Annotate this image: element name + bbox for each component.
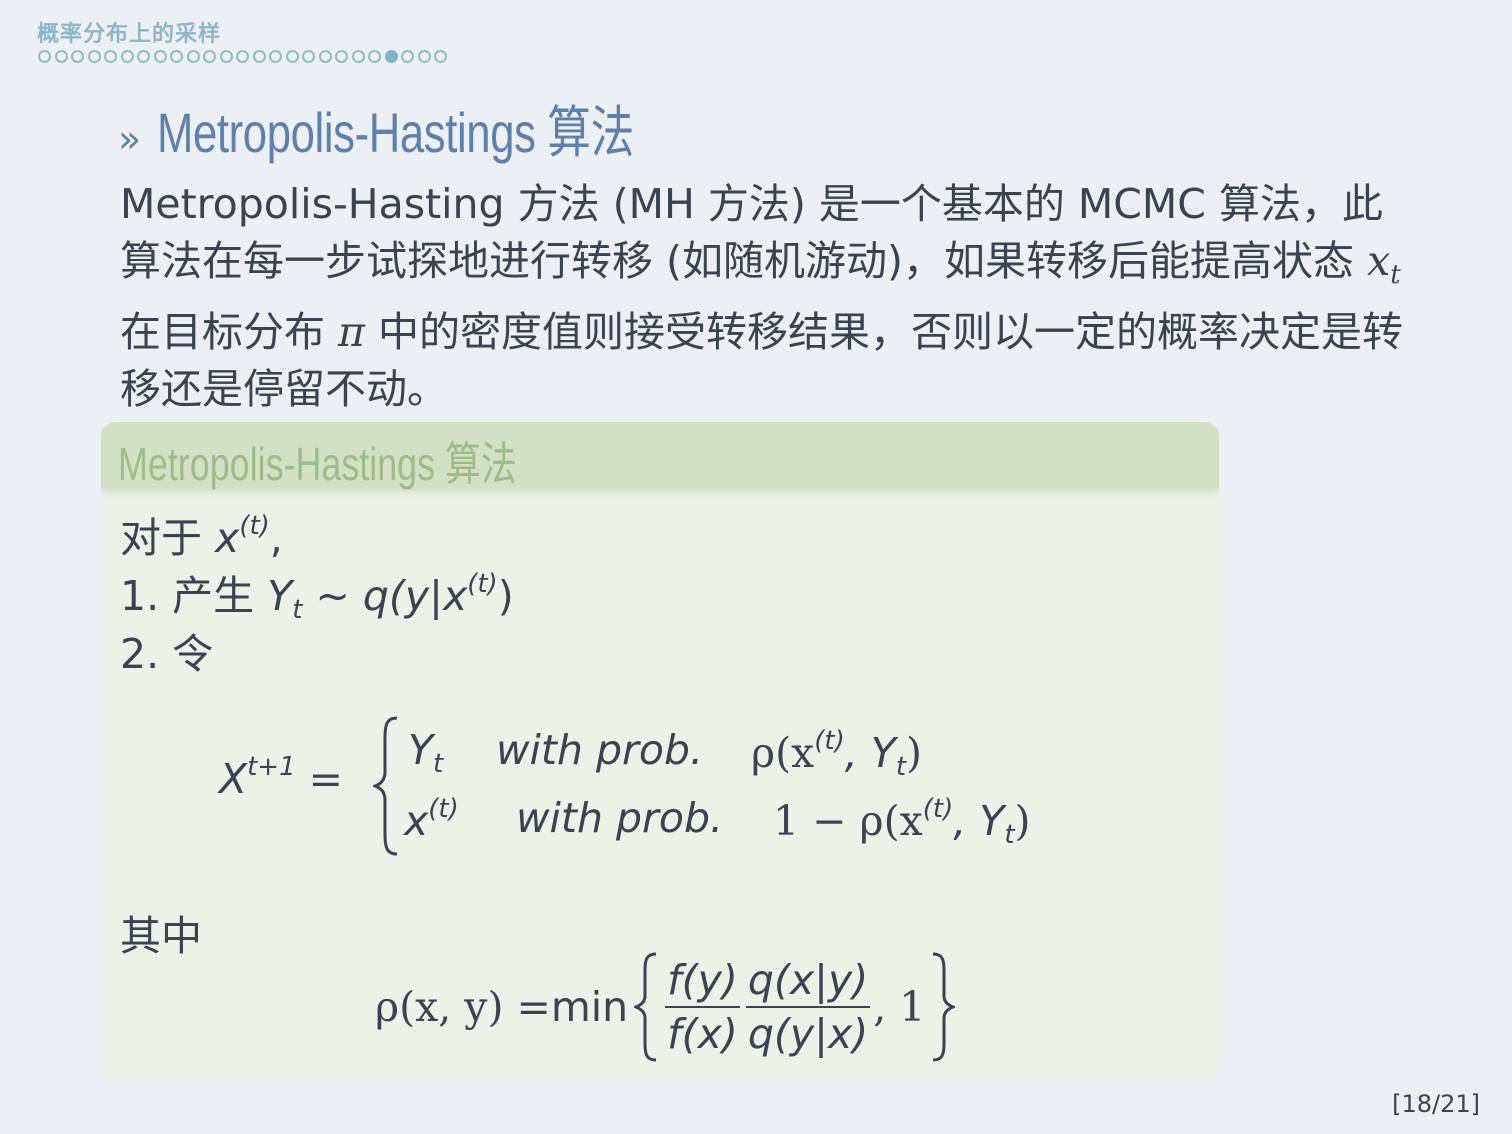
nav-dot[interactable] <box>170 50 183 63</box>
step-1: 1. 产生 Yt ∼ q(y|x(t)) <box>120 569 514 625</box>
nav-dot[interactable] <box>285 50 299 63</box>
proposal-ratio: q(x|y) q(y|x) <box>745 956 871 1058</box>
chevron-icon: » <box>118 117 142 161</box>
block-title: Metropolis-Hastings 算法 <box>118 438 517 490</box>
intro-paragraph: Metropolis-Hasting 方法 (MH 方法) 是一个基本的 MCM… <box>120 176 1410 418</box>
frame-title-text: Metropolis-Hastings 算法 <box>157 101 635 164</box>
nav-dot[interactable] <box>38 50 51 63</box>
step-init: 对于 x(t), <box>120 511 283 562</box>
nav-dot[interactable] <box>120 50 134 63</box>
nav-dot[interactable] <box>203 50 216 63</box>
min-operator: min <box>550 983 629 1031</box>
nav-dot[interactable] <box>54 50 68 63</box>
nav-dot[interactable] <box>434 50 447 63</box>
nav-dot[interactable] <box>368 50 381 63</box>
case-row-1-probability: ρ(x(t), Yt) <box>751 726 923 782</box>
right-curly-brace <box>933 952 956 1062</box>
algorithm-block: Metropolis-Hastings 算法 对于 x(t), 1. 产生 Yt… <box>101 422 1219 1077</box>
slide-navigation-dots <box>38 50 451 63</box>
state-variable: xt <box>1367 237 1401 290</box>
transition-equation: Xt+1 = <box>219 752 344 803</box>
acceptance-equation: ρ(x, y) = min f(y) f(x) q(x|y) q(y|x) , … <box>375 952 956 1062</box>
nav-dot[interactable] <box>351 50 365 63</box>
nav-dot[interactable] <box>269 50 282 63</box>
left-brace <box>373 716 398 856</box>
case-row-2: x(t) <box>404 794 459 845</box>
intro-part1: Metropolis-Hasting 方法 (MH 方法) 是一个基本的 MCM… <box>120 180 1383 285</box>
case-row-2-probability: 1 − ρ(x(t), Yt) <box>773 794 1031 850</box>
case-row-1: Yt <box>408 726 444 779</box>
nav-dot[interactable] <box>335 50 348 63</box>
nav-dot[interactable] <box>153 50 167 63</box>
nav-dot[interactable] <box>71 50 84 63</box>
nav-dot[interactable] <box>219 50 233 63</box>
intro-part2: 在目标分布 <box>120 308 339 356</box>
where-label: 其中 <box>120 912 202 960</box>
nav-dot[interactable] <box>401 50 414 63</box>
nav-dot[interactable] <box>87 50 101 63</box>
nav-dot[interactable] <box>384 50 398 63</box>
section-title[interactable]: 概率分布上的采样 <box>37 16 221 48</box>
nav-dot[interactable] <box>252 50 266 63</box>
nav-dot[interactable] <box>186 50 200 63</box>
step-2: 2. 令 <box>120 630 214 678</box>
target-distribution-symbol: π <box>338 308 365 356</box>
density-ratio: f(y) f(x) <box>665 956 740 1058</box>
block-header: Metropolis-Hastings 算法 <box>101 422 1219 490</box>
nav-dot[interactable] <box>236 50 249 63</box>
frame-title: » Metropolis-Hastings 算法 <box>118 88 769 169</box>
case-row-2-condition: with prob. <box>516 794 724 842</box>
case-row-1-condition: with prob. <box>496 726 704 774</box>
nav-dot[interactable] <box>104 50 117 63</box>
nav-dot[interactable] <box>137 50 150 63</box>
nav-dot[interactable] <box>318 50 332 63</box>
left-curly-brace <box>634 952 657 1062</box>
nav-dot[interactable] <box>302 50 315 63</box>
page-number: [18/21] <box>1392 1090 1480 1118</box>
nav-dot[interactable] <box>417 50 431 63</box>
